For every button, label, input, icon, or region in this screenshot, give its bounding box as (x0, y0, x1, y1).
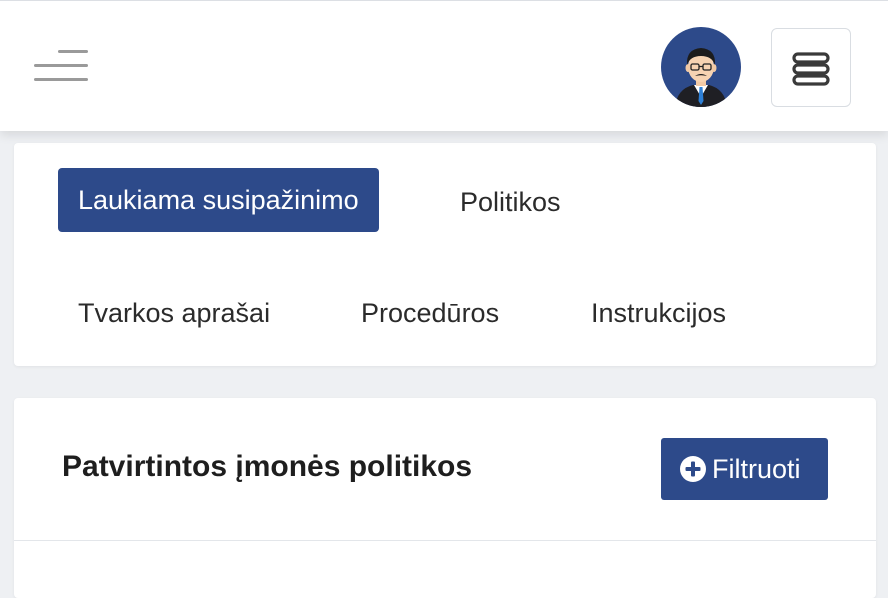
filter-button-label: Filtruoti (712, 454, 801, 484)
tab-proceduros[interactable]: Procedūros (361, 281, 499, 345)
tab-politikos[interactable]: Politikos (460, 170, 561, 234)
plus-circle-icon (680, 456, 706, 482)
filter-button[interactable]: Filtruoti (661, 438, 828, 500)
tab-instrukcijos[interactable]: Instrukcijos (591, 281, 726, 345)
tab-tvarkos-aprasai[interactable]: Tvarkos aprašai (78, 281, 270, 345)
top-bar (0, 0, 888, 131)
options-menu-button[interactable] (771, 28, 851, 107)
page-title: Patvirtintos įmonės politikos (62, 450, 473, 483)
stack-menu-icon (792, 52, 830, 86)
policies-card: Patvirtintos įmonės politikos Filtruoti (14, 398, 876, 598)
tab-laukiama-susipazinimo[interactable]: Laukiama susipažinimo (58, 168, 379, 232)
user-avatar[interactable] (661, 27, 741, 107)
hamburger-icon[interactable] (30, 47, 92, 87)
tabs-card: Laukiama susipažinimo Politikos Tvarkos … (14, 143, 876, 366)
divider (14, 540, 876, 541)
